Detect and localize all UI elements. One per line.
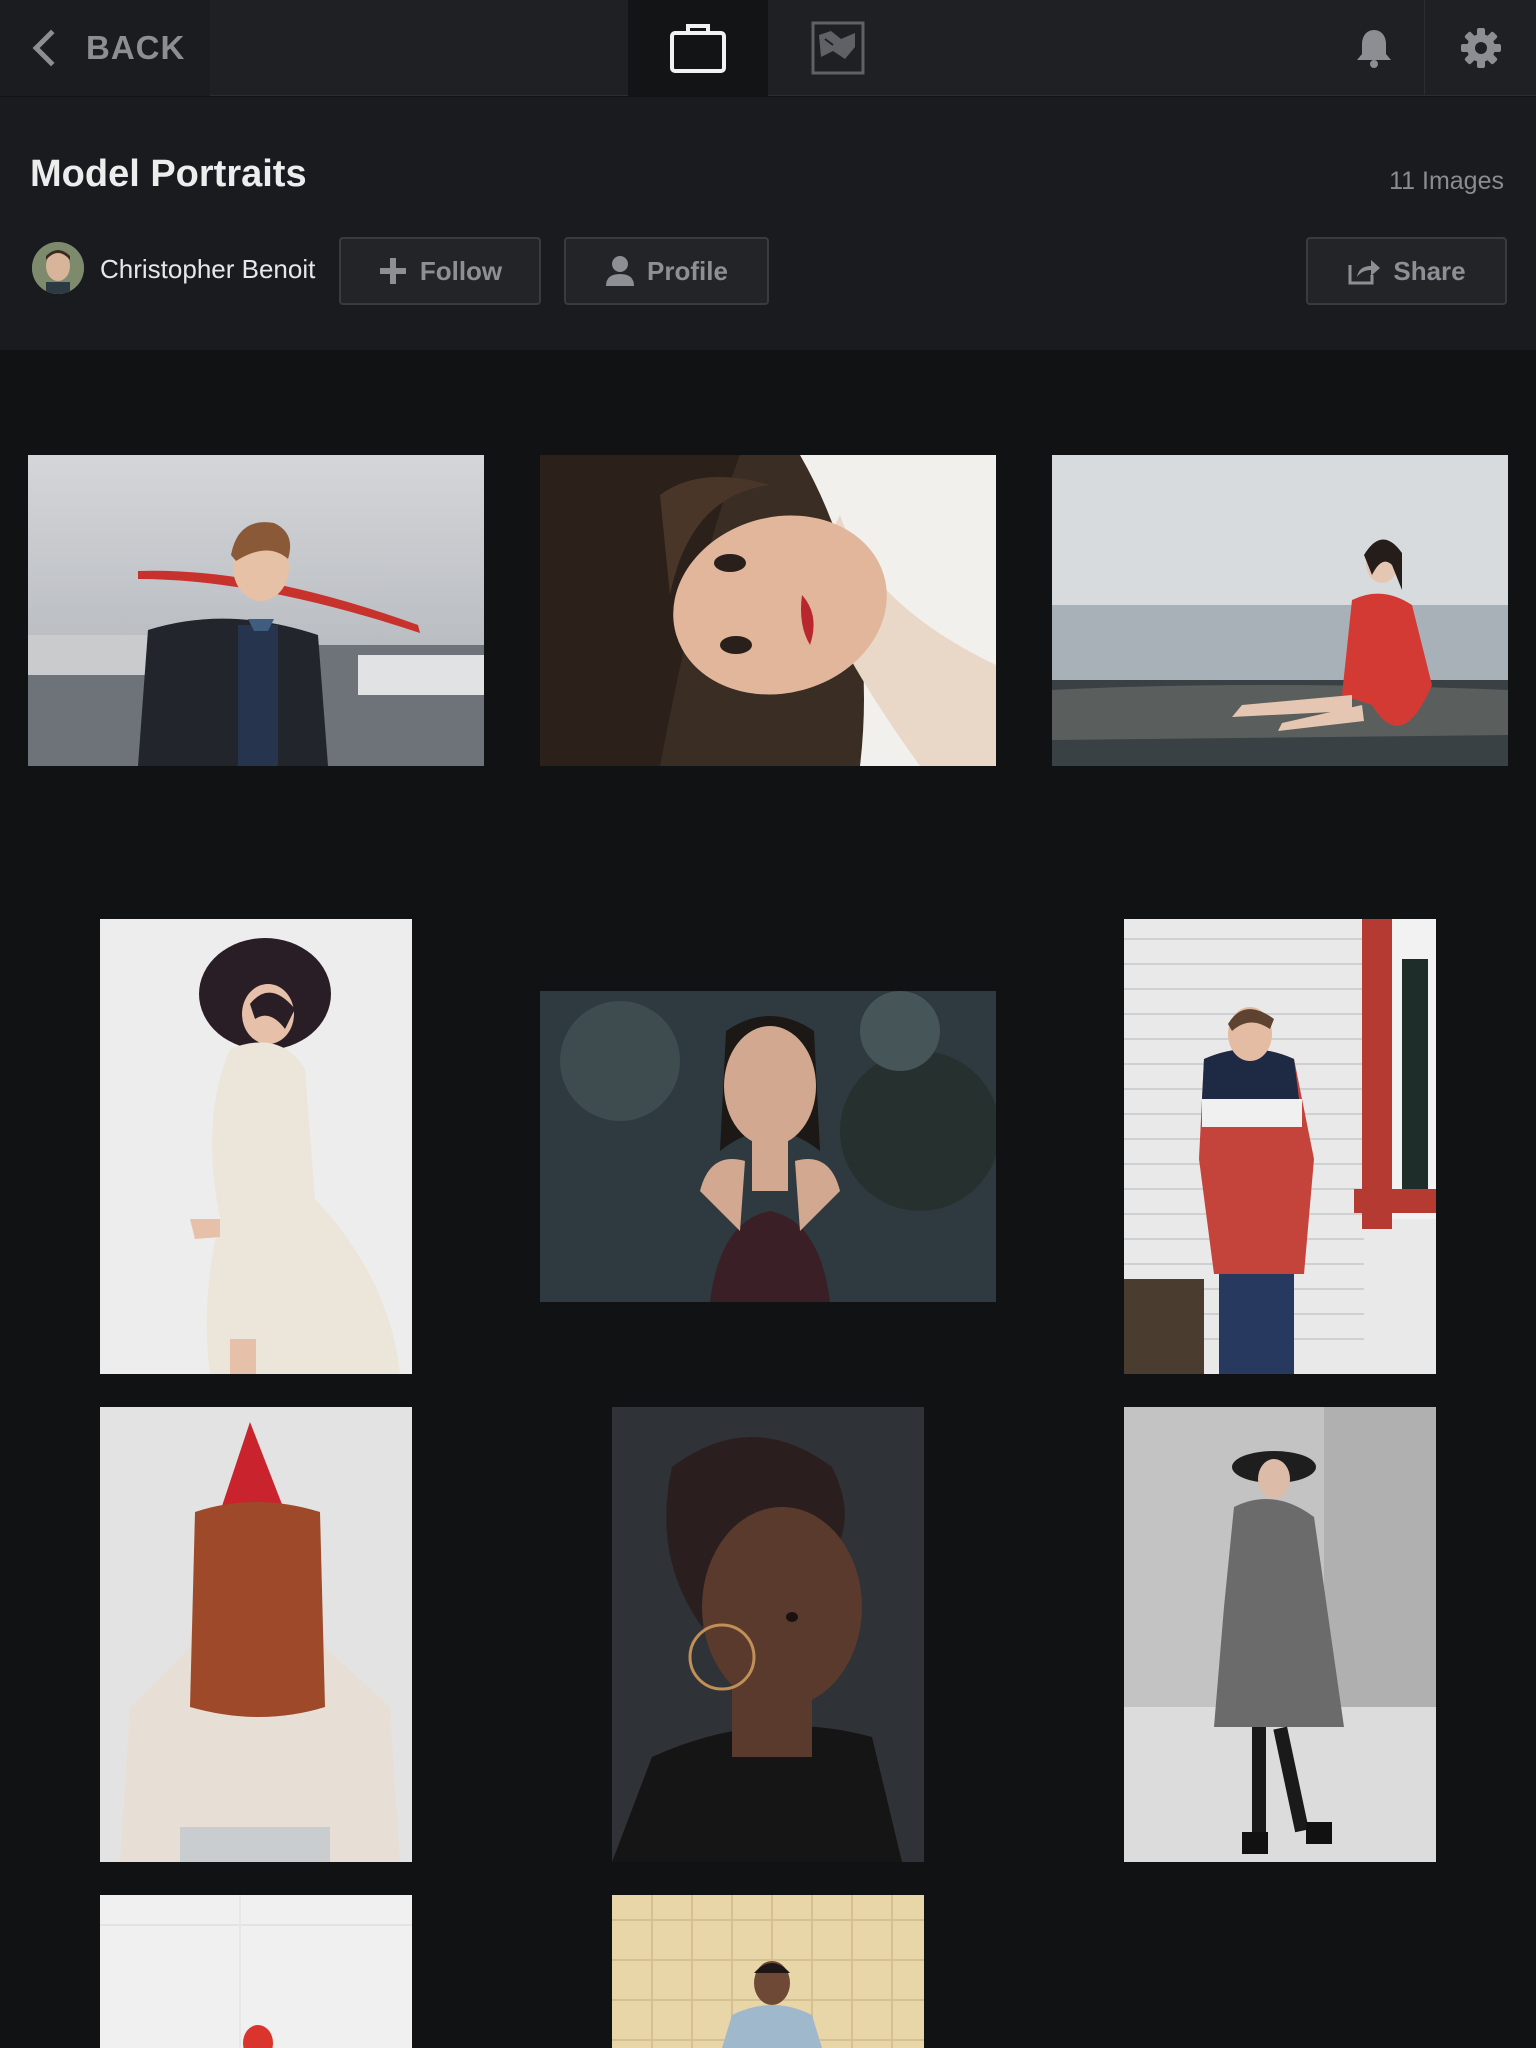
photo-woman-grey-coat[interactable] — [1124, 1407, 1436, 1862]
photo-woman-dark-background[interactable] — [540, 991, 996, 1302]
avatar[interactable] — [32, 242, 84, 294]
briefcase-icon — [670, 24, 726, 73]
bell-icon — [1357, 30, 1391, 68]
profile-label: Profile — [647, 255, 728, 286]
collection-header: Model Portraits 11 Images Christopher Be… — [0, 97, 1536, 350]
photo-woman-hoop-earrings[interactable] — [612, 1407, 924, 1862]
top-bar: BACK — [0, 0, 1536, 96]
profile-button[interactable]: Profile — [564, 237, 769, 305]
gallery-icon — [811, 21, 865, 75]
photo-woman-black-hat-lace-dress[interactable] — [100, 919, 412, 1374]
photo-woman-red-lips[interactable] — [540, 455, 996, 766]
photo-boy-stars-sweater[interactable] — [1124, 919, 1436, 1374]
image-count: 11 Images — [1389, 167, 1504, 195]
share-button[interactable]: Share — [1306, 237, 1507, 305]
back-button[interactable]: BACK — [0, 0, 210, 96]
photo-woman-red-dress-shore[interactable] — [1052, 455, 1508, 766]
photo-woman-party-hat[interactable] — [100, 1407, 412, 1862]
plus-icon — [378, 256, 408, 286]
settings-button[interactable] — [1424, 0, 1536, 96]
photo-person-red-beanie[interactable] — [100, 1895, 412, 2048]
follow-button[interactable]: Follow — [339, 237, 541, 305]
page-title: Model Portraits — [30, 153, 307, 195]
author-name[interactable]: Christopher Benoit — [100, 254, 315, 285]
back-label: BACK — [86, 29, 186, 66]
photo-boy-red-umbrella[interactable] — [28, 455, 484, 766]
share-icon — [1347, 257, 1381, 285]
tab-portfolio[interactable] — [628, 0, 768, 96]
chevron-left-icon — [32, 29, 70, 67]
share-label: Share — [1393, 255, 1466, 286]
user-icon — [605, 255, 635, 287]
follow-label: Follow — [419, 255, 503, 286]
notifications-button[interactable] — [1326, 0, 1422, 96]
tab-gallery[interactable] — [768, 0, 908, 96]
gear-icon — [1460, 28, 1501, 68]
photo-man-denim-vest[interactable] — [612, 1895, 924, 2048]
